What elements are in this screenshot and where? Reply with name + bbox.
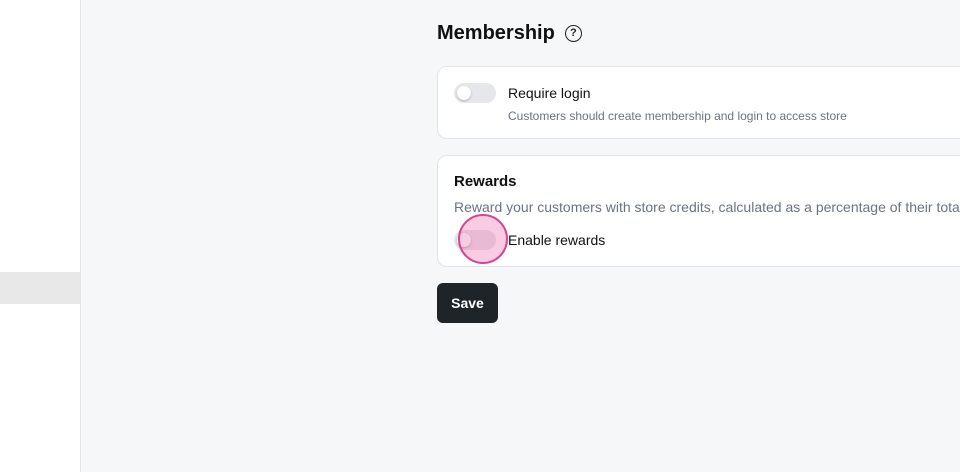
sidebar [0,0,81,472]
require-login-hint: Customers should create membership and l… [508,109,847,123]
help-icon[interactable]: ? [564,24,582,42]
sidebar-item-active[interactable] [0,272,80,304]
enable-rewards-toggle[interactable] [454,230,496,250]
section-header: Membership ? [437,20,582,46]
require-login-card: Require login Customers should create me… [437,66,960,139]
page-title: Membership [437,21,555,44]
require-login-label: Require login [508,85,591,101]
rewards-card: Rewards Reward your customers with store… [437,155,960,267]
rewards-title: Rewards [454,173,517,190]
rewards-description: Reward your customers with store credits… [454,199,960,215]
enable-rewards-label: Enable rewards [508,232,606,248]
require-login-toggle[interactable] [454,83,496,103]
toggle-knob [457,233,471,247]
save-button[interactable]: Save [437,283,498,323]
toggle-knob [457,86,471,100]
